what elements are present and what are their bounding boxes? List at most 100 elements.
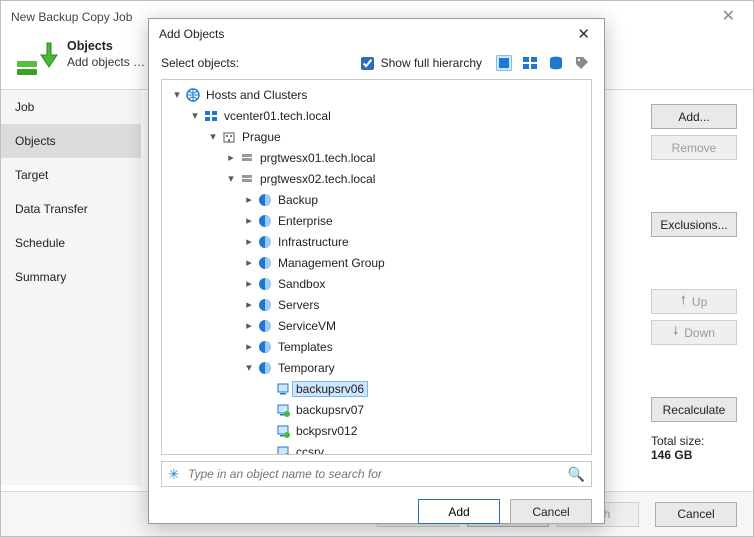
tree-label[interactable]: Templates xyxy=(274,339,337,355)
chevron-right-icon[interactable]: ▸ xyxy=(242,298,256,311)
wizard-nav: JobObjectsTargetData TransferScheduleSum… xyxy=(1,90,141,485)
tree-node[interactable]: ▸ Management Group xyxy=(162,252,591,273)
up-button: 🠕Up xyxy=(651,289,737,314)
object-tree[interactable]: ▾Hosts and Clusters▾vcenter01.tech.local… xyxy=(161,79,592,455)
chevron-down-icon[interactable]: ▾ xyxy=(242,361,256,374)
search-input[interactable] xyxy=(186,466,568,482)
tree-label[interactable]: backupsrv06 xyxy=(292,381,368,397)
tree-node[interactable]: ▾ Prague xyxy=(162,126,591,147)
total-size-value: 146 GB xyxy=(651,448,737,462)
tree-node[interactable]: ▾ vcenter01.tech.local xyxy=(162,105,591,126)
tree-label[interactable]: prgtwesx02.tech.local xyxy=(256,171,379,187)
tree-label[interactable]: vcenter01.tech.local xyxy=(220,108,335,124)
tree-label[interactable]: bckpsrv012 xyxy=(292,423,361,439)
nav-job[interactable]: Job xyxy=(1,90,141,124)
chevron-down-icon[interactable]: ▾ xyxy=(224,172,238,185)
chevron-right-icon[interactable]: ▸ xyxy=(242,319,256,332)
pool-icon xyxy=(256,361,274,375)
pool-icon xyxy=(256,298,274,312)
chevron-right-icon[interactable]: ▸ xyxy=(242,277,256,290)
tree-label[interactable]: Infrastructure xyxy=(274,234,353,250)
tree-label[interactable]: prgtwesx01.tech.local xyxy=(256,150,379,166)
recalculate-button[interactable]: Recalculate xyxy=(651,397,737,422)
tree-label[interactable]: Hosts and Clusters xyxy=(202,87,311,103)
tree-node[interactable]: ▸ ServiceVM xyxy=(162,315,591,336)
tree-node[interactable]: ▸ Infrastructure xyxy=(162,231,591,252)
chevron-right-icon[interactable]: ▸ xyxy=(242,340,256,353)
chevron-down-icon[interactable]: ▾ xyxy=(206,130,220,143)
tree-label[interactable]: backupsrv07 xyxy=(292,402,368,418)
tree-node[interactable]: ▸ backupsrv06 xyxy=(162,378,591,399)
tree-label[interactable]: Backup xyxy=(274,192,322,208)
chevron-right-icon[interactable]: ▸ xyxy=(242,214,256,227)
chevron-right-icon[interactable]: ▸ xyxy=(242,235,256,248)
chevron-right-icon[interactable]: ▸ xyxy=(242,193,256,206)
nav-summary[interactable]: Summary xyxy=(1,260,141,294)
tree-node[interactable]: ▾ prgtwesx02.tech.local xyxy=(162,168,591,189)
chevron-down-icon[interactable]: ▾ xyxy=(188,109,202,122)
vms-view-icon[interactable] xyxy=(520,53,540,73)
dialog-footer: Add Cancel xyxy=(149,487,604,536)
nav-schedule[interactable]: Schedule xyxy=(1,226,141,260)
dc-icon xyxy=(220,130,238,144)
vmsel-icon xyxy=(274,382,292,396)
datastore-view-icon[interactable] xyxy=(546,53,566,73)
dialog-title: Add Objects xyxy=(159,27,224,41)
tree-node[interactable]: ▸ Backup xyxy=(162,189,591,210)
spacer: ▸ xyxy=(260,382,274,395)
cancel-button[interactable]: Cancel xyxy=(655,502,737,527)
chevron-right-icon[interactable]: ▸ xyxy=(242,256,256,269)
dialog-titlebar: Add Objects ✕ xyxy=(149,19,604,49)
tree-label[interactable]: Sandbox xyxy=(274,276,329,292)
tree-label[interactable]: ccsrv xyxy=(292,444,328,456)
tree-node[interactable]: ▸ Templates xyxy=(162,336,591,357)
add-button[interactable]: Add... xyxy=(651,104,737,129)
chevron-down-icon[interactable]: ▾ xyxy=(170,88,184,101)
spacer: ▸ xyxy=(260,445,274,455)
add-button[interactable]: Add xyxy=(418,499,500,524)
down-button: 🠗Down xyxy=(651,320,737,345)
objects-step-icon xyxy=(15,39,59,79)
vm-icon xyxy=(274,424,292,438)
select-objects-label: Select objects: xyxy=(161,56,239,70)
search-box[interactable]: ✳ 🔍 xyxy=(161,461,592,487)
add-objects-dialog: Add Objects ✕ Select objects: Show full … xyxy=(148,18,605,524)
nav-data-transfer[interactable]: Data Transfer xyxy=(1,192,141,226)
tree-label[interactable]: Prague xyxy=(238,129,285,145)
tree-label[interactable]: Servers xyxy=(274,297,323,313)
vc-icon xyxy=(202,109,220,123)
tree-node[interactable]: ▸ Enterprise xyxy=(162,210,591,231)
show-full-hierarchy-checkbox[interactable]: Show full hierarchy xyxy=(357,54,482,73)
exclusions-button[interactable]: Exclusions... xyxy=(651,212,737,237)
host-icon xyxy=(238,172,256,186)
tree-label[interactable]: Enterprise xyxy=(274,213,337,229)
close-icon[interactable]: ✕ xyxy=(573,25,594,43)
tree-node[interactable]: ▸backupsrv07 xyxy=(162,399,591,420)
tree-label[interactable]: Management Group xyxy=(274,255,389,271)
host-icon xyxy=(238,151,256,165)
tree-node[interactable]: ▸ prgtwesx01.tech.local xyxy=(162,147,591,168)
tree-node[interactable]: ▸ ccsrv xyxy=(162,441,591,455)
hosts-view-icon[interactable] xyxy=(494,53,514,73)
tree-node[interactable]: ▸ Servers xyxy=(162,294,591,315)
search-icon[interactable]: 🔍 xyxy=(568,466,585,483)
vm-icon xyxy=(274,445,292,456)
chevron-right-icon[interactable]: ▸ xyxy=(224,151,238,164)
tree-node[interactable]: ▾ Temporary xyxy=(162,357,591,378)
tree-node[interactable]: ▾ Hosts and Clusters xyxy=(162,84,591,105)
nav-objects[interactable]: Objects xyxy=(1,124,141,158)
pool-icon xyxy=(256,214,274,228)
view-tools: Show full hierarchy xyxy=(357,53,592,73)
nav-target[interactable]: Target xyxy=(1,158,141,192)
pool-icon xyxy=(256,235,274,249)
spacer: ▸ xyxy=(260,424,274,437)
parent-window: New Backup Copy Job ✕ Objects Add object… xyxy=(0,0,754,537)
tree-label[interactable]: Temporary xyxy=(274,360,339,376)
close-icon[interactable]: ✕ xyxy=(714,1,743,33)
cancel-button[interactable]: Cancel xyxy=(510,499,592,524)
tags-view-icon[interactable] xyxy=(572,53,592,73)
total-size: Total size: 146 GB xyxy=(651,434,737,462)
tree-node[interactable]: ▸ Sandbox xyxy=(162,273,591,294)
tree-node[interactable]: ▸ bckpsrv012 xyxy=(162,420,591,441)
tree-label[interactable]: ServiceVM xyxy=(274,318,340,334)
